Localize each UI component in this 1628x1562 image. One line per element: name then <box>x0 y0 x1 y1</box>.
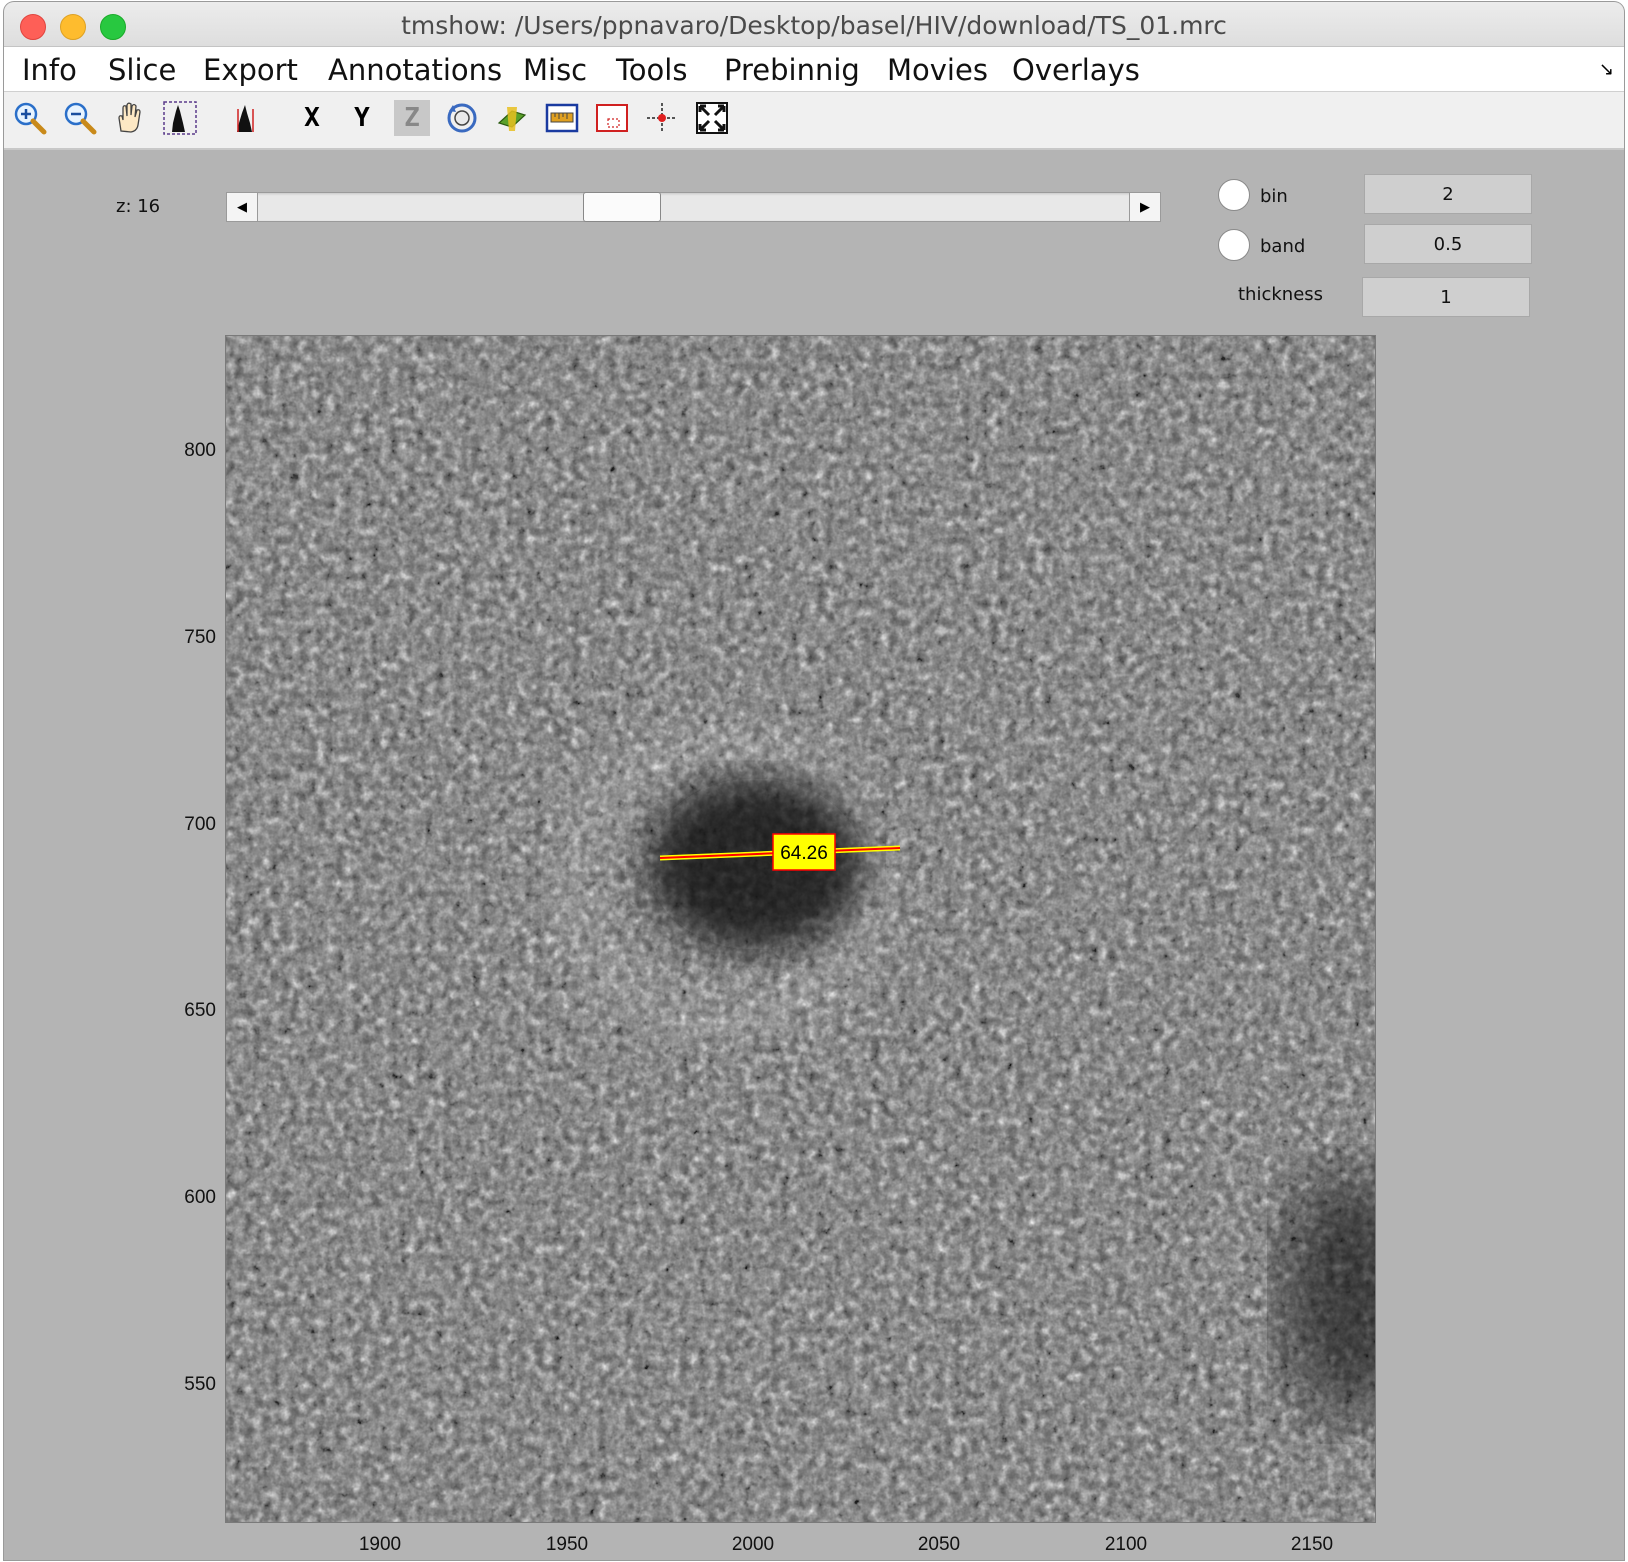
menu-export[interactable]: Export <box>203 53 298 87</box>
histogram-icon[interactable] <box>162 100 198 136</box>
band-label: band <box>1260 236 1306 257</box>
x-tick-label: 2050 <box>917 1534 961 1555</box>
toolbar: X Y Z <box>4 92 1624 150</box>
x-axis-icon[interactable]: X <box>294 100 330 136</box>
z-slice-label: z: 16 <box>116 196 161 217</box>
menu-tools[interactable]: Tools <box>616 53 687 87</box>
menu-overlays[interactable]: Overlays <box>1012 53 1140 87</box>
band-radio[interactable] <box>1218 229 1250 261</box>
menu-prebinnig[interactable]: Prebinnig <box>724 53 860 87</box>
z-axis-icon[interactable]: Z <box>394 100 430 136</box>
menu-annotations[interactable]: Annotations <box>328 53 502 87</box>
menu-info[interactable]: Info <box>22 53 77 87</box>
y-tick-label: 750 <box>184 627 216 648</box>
measure-ruler-icon[interactable] <box>544 100 580 136</box>
bin-label: bin <box>1260 186 1288 207</box>
zoom-in-icon[interactable] <box>12 100 48 136</box>
y-tick-label: 600 <box>184 1187 216 1208</box>
tomogram-slice-view[interactable]: 64.26 <box>225 335 1421 1523</box>
menu-overflow-icon[interactable]: ↘ <box>1599 59 1614 80</box>
thickness-label: thickness <box>1238 284 1324 305</box>
menu-slice[interactable]: Slice <box>108 53 176 87</box>
y-tick-label: 700 <box>184 814 216 835</box>
x-tick-label: 2150 <box>1290 1534 1334 1555</box>
x-tick-label: 2000 <box>731 1534 775 1555</box>
histogram-contrast-icon[interactable] <box>228 100 264 136</box>
menu-misc[interactable]: Misc <box>523 53 587 87</box>
slider-thumb[interactable] <box>582 192 661 222</box>
slider-left-arrow-icon[interactable]: ◀ <box>227 193 258 221</box>
slider-right-arrow-icon[interactable]: ▶ <box>1129 193 1160 221</box>
y-tick-label: 650 <box>184 1000 216 1021</box>
bin-radio[interactable] <box>1218 179 1250 211</box>
thickness-field[interactable]: 1 <box>1362 277 1530 317</box>
title-bar: tmshow: /Users/ppnavaro/Desktop/basel/HI… <box>4 2 1624 47</box>
window-title: tmshow: /Users/ppnavaro/Desktop/basel/HI… <box>401 11 1227 40</box>
z-slice-slider[interactable]: ◀ ▶ <box>226 192 1161 222</box>
x-tick-label: 2100 <box>1104 1534 1148 1555</box>
y-tick-label: 550 <box>184 1374 216 1395</box>
tomogram-image[interactable]: 64.26 <box>226 336 1421 1522</box>
measurement-label: 64.26 <box>780 843 828 864</box>
x-tick-label: 1900 <box>358 1534 402 1555</box>
rotate-icon[interactable] <box>444 100 480 136</box>
y-tick-label: 800 <box>184 440 216 461</box>
bin-field[interactable]: 2 <box>1364 174 1532 214</box>
crosshair-icon[interactable] <box>644 100 680 136</box>
x-tick-label: 1950 <box>545 1534 589 1555</box>
menu-movies[interactable]: Movies <box>887 53 988 87</box>
band-field[interactable]: 0.5 <box>1364 224 1532 264</box>
app-window: tmshow: /Users/ppnavaro/Desktop/basel/HI… <box>4 2 1624 1560</box>
pan-hand-icon[interactable] <box>112 100 148 136</box>
zoom-out-icon[interactable] <box>62 100 98 136</box>
fit-to-window-icon[interactable] <box>694 100 730 136</box>
box-select-icon[interactable] <box>594 100 630 136</box>
menu-bar: Info Slice Export Annotations Misc Tools… <box>4 47 1624 92</box>
y-axis-icon[interactable]: Y <box>344 100 380 136</box>
flip-icon[interactable] <box>494 100 530 136</box>
